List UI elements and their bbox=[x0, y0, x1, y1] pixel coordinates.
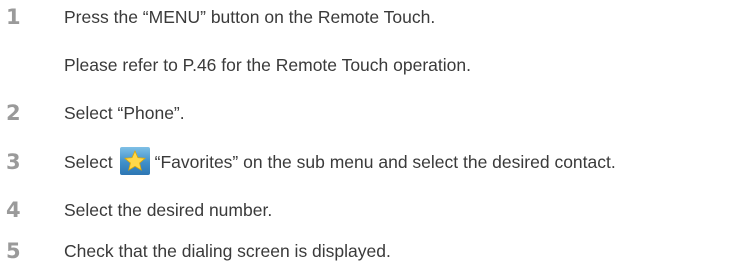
step-5: 5 Check that the dialing screen is displ… bbox=[0, 236, 747, 266]
step-text: Select “Phone”. bbox=[64, 103, 185, 123]
step-1-subtext: Please refer to P.46 for the Remote Touc… bbox=[64, 55, 471, 75]
step-3: 3 Select “Favorites” on the sub menu and … bbox=[0, 147, 747, 177]
step-text: Select the desired number. bbox=[64, 200, 273, 220]
favorites-star-icon bbox=[119, 147, 150, 175]
step-number: 3 bbox=[6, 150, 21, 174]
step-text: Press the “MENU” button on the Remote To… bbox=[64, 7, 436, 27]
step-number: 2 bbox=[6, 101, 21, 125]
step-1: 1 Press the “MENU” button on the Remote … bbox=[0, 2, 747, 32]
step-number: 4 bbox=[6, 198, 21, 222]
step-text: Select “Favorites” on the sub menu and se… bbox=[64, 147, 616, 177]
step-number: 5 bbox=[6, 239, 21, 263]
step-text-after-icon: “Favorites” on the sub menu and select t… bbox=[154, 152, 616, 172]
step-2: 2 Select “Phone”. bbox=[0, 98, 747, 128]
step-text: Check that the dialing screen is display… bbox=[64, 241, 391, 261]
instruction-steps: 1 Press the “MENU” button on the Remote … bbox=[0, 0, 747, 272]
step-number: 1 bbox=[6, 5, 21, 29]
step-4: 4 Select the desired number. bbox=[0, 195, 747, 225]
step-text-before-icon: Select bbox=[64, 152, 113, 172]
